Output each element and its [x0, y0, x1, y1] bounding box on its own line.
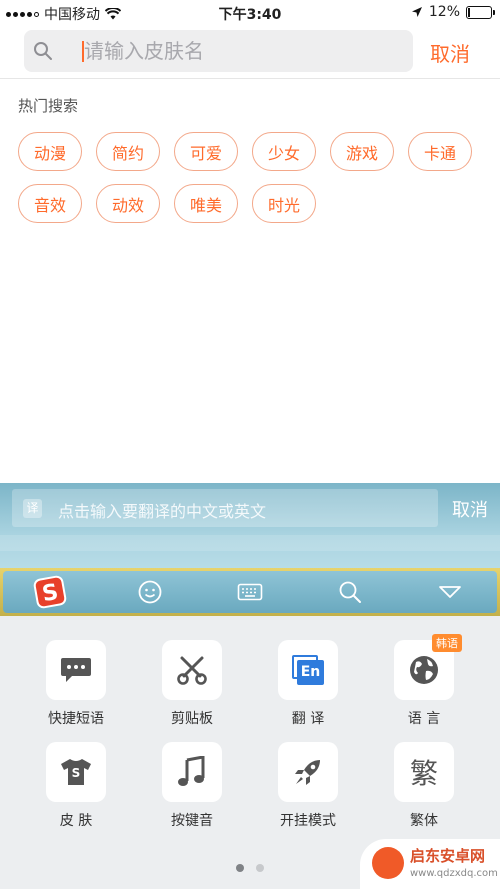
clipboard-button[interactable]: 剪贴板: [137, 640, 247, 728]
scissors-icon: [177, 656, 207, 685]
translate-function-button[interactable]: En 翻 译: [253, 640, 363, 728]
skin-button[interactable]: S 皮 肤: [21, 742, 131, 830]
hot-tag[interactable]: 时光: [252, 184, 316, 223]
watermark-logo-icon: [372, 847, 404, 879]
keyboard-icon[interactable]: [237, 579, 263, 605]
emoji-icon[interactable]: [137, 579, 163, 605]
function-label: 开挂模式: [280, 813, 336, 829]
hot-tag[interactable]: 少女: [252, 132, 316, 171]
page-dot-active[interactable]: [236, 864, 244, 872]
location-arrow-icon: [411, 7, 422, 17]
translate-input[interactable]: 译 点击输入要翻译的中文或英文: [12, 489, 438, 527]
hot-search-title: 热门搜索: [18, 97, 79, 115]
hot-tags-list: 动漫 简约 可爱 少女 游戏 卡通 音效 动效 唯美 时光: [18, 132, 488, 223]
quick-phrase-button[interactable]: 快捷短语: [21, 640, 131, 728]
watermark-url: www.qdzxdq.com: [410, 868, 498, 879]
search-icon[interactable]: [337, 579, 363, 605]
tshirt-icon: S: [60, 757, 92, 787]
page-dot[interactable]: [256, 864, 264, 872]
function-label: 剪贴板: [171, 711, 213, 727]
keyboard-toolbar: S: [0, 568, 500, 616]
hot-tag[interactable]: 卡通: [408, 132, 472, 171]
decorative-band: [0, 535, 500, 551]
hot-tag[interactable]: 音效: [18, 184, 82, 223]
translate-icon: 译: [23, 499, 42, 518]
hot-tag[interactable]: 可爱: [174, 132, 238, 171]
translate-bar: 译 点击输入要翻译的中文或英文 取消: [0, 483, 500, 568]
search-box[interactable]: [24, 30, 413, 72]
sogou-logo-icon[interactable]: S: [32, 574, 68, 610]
globe-icon: [410, 656, 438, 684]
cancel-translate-button[interactable]: 取消: [452, 496, 488, 522]
traditional-chinese-button[interactable]: 繁 繁体: [369, 742, 479, 830]
korean-badge: 韩语: [432, 634, 462, 652]
battery-percent: 12%: [428, 4, 460, 20]
function-label: 快捷短语: [48, 711, 104, 727]
battery-fill: [468, 7, 470, 17]
key-sound-button[interactable]: 按键音: [137, 742, 247, 830]
hot-tag[interactable]: 游戏: [330, 132, 394, 171]
translate-en-text: En: [297, 660, 324, 685]
language-button[interactable]: 韩语 语 言: [369, 634, 479, 728]
battery-icon: [466, 5, 495, 19]
message-icon: [61, 658, 91, 682]
collapse-chevron-down-icon[interactable]: [437, 579, 463, 605]
translate-en-icon: En: [292, 655, 324, 685]
hot-tag[interactable]: 动效: [96, 184, 160, 223]
watermark-title: 启东安卓网: [410, 847, 486, 865]
search-header: 取消: [0, 26, 500, 79]
music-note-icon: [178, 756, 205, 786]
function-label: 按键音: [171, 813, 213, 829]
hot-tag[interactable]: 简约: [96, 132, 160, 171]
hot-tag[interactable]: 动漫: [18, 132, 82, 171]
function-label: 翻 译: [291, 711, 325, 727]
traditional-char-icon: 繁: [409, 757, 438, 790]
function-label: 繁体: [410, 813, 438, 829]
search-icon: [34, 42, 52, 60]
tshirt-logo-text: S: [71, 766, 81, 780]
rocket-icon: [295, 760, 320, 785]
cancel-button[interactable]: 取消: [430, 38, 470, 67]
hot-tag[interactable]: 唯美: [174, 184, 238, 223]
skin-search-input[interactable]: [84, 36, 404, 66]
toolbar-inner: S: [3, 571, 497, 613]
function-label: 皮 肤: [59, 813, 93, 829]
translate-placeholder: 点击输入要翻译的中文或英文: [58, 502, 267, 521]
site-watermark: 启东安卓网 www.qdzxdq.com: [360, 839, 500, 889]
function-label: 语 言: [407, 711, 441, 727]
status-bar: 中国移动 下午3:40 12%: [0, 0, 500, 26]
cheat-mode-button[interactable]: 开挂模式: [253, 742, 363, 830]
